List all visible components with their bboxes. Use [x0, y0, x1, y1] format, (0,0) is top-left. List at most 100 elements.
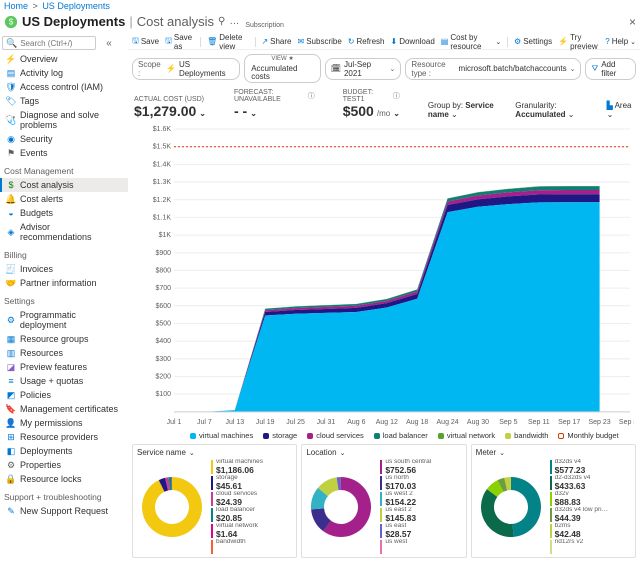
- sidebar-item[interactable]: ⚙Programmatic deployment: [0, 308, 128, 332]
- legend-item[interactable]: bandwidth: [505, 431, 548, 440]
- breadcrumb-home[interactable]: Home: [4, 1, 28, 11]
- settings-button[interactable]: ⚙Settings: [514, 37, 552, 46]
- share-button[interactable]: ↗Share: [261, 37, 291, 46]
- sidebar-item[interactable]: 🤝Partner information: [0, 276, 128, 290]
- nav-icon: 🧾: [6, 264, 16, 274]
- sidebar-item[interactable]: ✎New Support Request: [0, 504, 128, 518]
- period-pill[interactable]: 🗓 Jul-Sep 2021 ⌄: [325, 58, 402, 80]
- toolbar-icon: ▤: [441, 37, 449, 46]
- sidebar-item[interactable]: 🔒Resource locks: [0, 472, 128, 486]
- donut-legend-item[interactable]: d32v$88.83: [550, 491, 631, 506]
- sidebar-item[interactable]: ◩Policies: [0, 388, 128, 402]
- nav-label: Invoices: [20, 264, 53, 274]
- download-button[interactable]: ⬇Download: [391, 37, 435, 46]
- saveas-button[interactable]: 🖫Save as: [165, 33, 194, 51]
- sidebar-item[interactable]: ⚡ Overview: [0, 52, 128, 66]
- donut-title[interactable]: Location ⌄: [306, 448, 461, 457]
- info-icon[interactable]: ⓘ: [308, 91, 315, 101]
- sidebar-item[interactable]: ⚑Events: [0, 146, 128, 160]
- cost-by-resource-button[interactable]: ▤Cost by resource⌄: [441, 33, 501, 51]
- donut-title[interactable]: Service name ⌄: [137, 448, 292, 457]
- donut-legend-item[interactable]: us north$170.03: [380, 475, 461, 490]
- collapse-icon[interactable]: «: [106, 38, 112, 49]
- donut-legend-item[interactable]: d32ds v4$577.23: [550, 459, 631, 474]
- toolbar-icon: ?: [605, 37, 609, 46]
- info-icon[interactable]: ⓘ: [393, 91, 400, 101]
- donut-legend-item[interactable]: virtual machines$1,186.06: [211, 459, 292, 474]
- donut-legend-item[interactable]: storage$45.61: [211, 475, 292, 490]
- add-filter-pill[interactable]: ⛛ Add filter: [585, 58, 636, 80]
- pin-icon[interactable]: ⚲: [218, 16, 225, 27]
- nav-icon: 🤝: [6, 278, 16, 288]
- sidebar-item[interactable]: 🔔Cost alerts: [0, 192, 128, 206]
- donut-legend-item[interactable]: us west: [380, 539, 461, 554]
- sidebar-item[interactable]: 🏷Tags: [0, 94, 128, 108]
- svg-text:$500: $500: [155, 320, 171, 327]
- granularity-select[interactable]: Granularity: Accumulated ⌄: [515, 101, 598, 119]
- sidebar-item[interactable]: ◉Security: [0, 132, 128, 146]
- donut-legend-item[interactable]: us west 2$154.22: [380, 491, 461, 506]
- legend-item[interactable]: virtual machines: [190, 431, 253, 440]
- svg-text:Sep 17: Sep 17: [558, 419, 580, 426]
- more-icon[interactable]: …: [229, 16, 239, 27]
- svg-text:$1.3K: $1.3K: [153, 179, 172, 186]
- legend-item[interactable]: Monthly budget: [558, 431, 618, 440]
- sidebar-item[interactable]: ▦Resource groups: [0, 332, 128, 346]
- sidebar-item[interactable]: ◧Deployments: [0, 444, 128, 458]
- sidebar-item[interactable]: ◪Preview features: [0, 360, 128, 374]
- toolbar-icon: ↻: [348, 37, 355, 46]
- legend-item[interactable]: storage: [263, 431, 297, 440]
- try-preview-button[interactable]: ⚡Try preview: [558, 33, 599, 51]
- donut-legend-item[interactable]: load balancer$20.85: [211, 507, 292, 522]
- view-pill[interactable]: VIEW ★Accumulated costs: [244, 54, 321, 83]
- nav-icon: ◧: [6, 446, 16, 456]
- donut-legend-item[interactable]: nd12rs v2: [550, 539, 631, 554]
- sidebar-item[interactable]: ⊞Resource providers: [0, 430, 128, 444]
- nav-label: Properties: [20, 460, 61, 470]
- restype-pill[interactable]: Resource type : microsoft.batch/batchacc…: [405, 58, 581, 80]
- donut-title[interactable]: Meter ⌄: [476, 448, 631, 457]
- group-by-select[interactable]: Group by: Service name ⌄: [428, 101, 507, 119]
- donut-legend-item[interactable]: us south central$752.56: [380, 459, 461, 474]
- donut-legend-item[interactable]: d32ds v4 low pri…$44.39: [550, 507, 631, 522]
- sidebar-item[interactable]: 👤My permissions: [0, 416, 128, 430]
- sidebar-item[interactable]: ◒Budgets: [0, 206, 128, 220]
- sidebar-item[interactable]: 🛡Access control (IAM): [0, 80, 128, 94]
- donut-card: Service name ⌄ virtual machines$1,186.06…: [132, 444, 297, 558]
- donut-legend-item[interactable]: us east$28.57: [380, 523, 461, 538]
- titlebar: $ US Deployments | Cost analysis ⚲ … Sub…: [0, 12, 640, 34]
- save-button[interactable]: 🖫Save: [132, 35, 159, 49]
- nav-icon: ⚡: [6, 54, 16, 64]
- legend-item[interactable]: virtual network: [438, 431, 495, 440]
- donut-legend-item[interactable]: b2ms$42.48: [550, 523, 631, 538]
- close-icon[interactable]: ×: [629, 15, 636, 29]
- donut-legend-item[interactable]: bandwidth: [211, 539, 292, 554]
- legend-item[interactable]: load balancer: [374, 431, 428, 440]
- breadcrumb-sub[interactable]: US Deployments: [42, 1, 110, 11]
- delete-view-button[interactable]: 🗑Delete view: [207, 33, 249, 51]
- sidebar-item[interactable]: ≡Usage + quotas: [0, 374, 128, 388]
- donut-legend-item[interactable]: d2-d32ds v4$433.63: [550, 475, 631, 490]
- sidebar-item[interactable]: $Cost analysis: [0, 178, 128, 192]
- legend-item[interactable]: cloud services: [307, 431, 364, 440]
- sidebar-item[interactable]: ▤Activity log: [0, 66, 128, 80]
- svg-text:$: $: [9, 17, 14, 26]
- donut-legend-item[interactable]: virtual network$1.64: [211, 523, 292, 538]
- chart-type-select[interactable]: ▙ Area ⌄: [607, 101, 634, 119]
- scope-pill[interactable]: Scope : ⚡ US Deployments: [132, 58, 240, 80]
- subscribe-button[interactable]: ✉Subscribe: [298, 37, 342, 46]
- sidebar-item[interactable]: 🧾 Invoices: [0, 262, 128, 276]
- search-input[interactable]: 🔍: [2, 36, 96, 50]
- sidebar-item[interactable]: 🩺Diagnose and solve problems: [0, 108, 128, 132]
- sidebar-item[interactable]: ▥Resources: [0, 346, 128, 360]
- title-tag: Subscription: [245, 22, 284, 29]
- sidebar-item[interactable]: ⚙Properties: [0, 458, 128, 472]
- refresh-button[interactable]: ↻Refresh: [348, 37, 385, 46]
- sidebar-item[interactable]: ◈Advisor recommendations: [0, 220, 128, 244]
- sidebar-item[interactable]: 🔖Management certificates: [0, 402, 128, 416]
- help-button[interactable]: ?Help⌄: [605, 37, 636, 46]
- cost-icon: $: [4, 15, 18, 29]
- nav-label: Overview: [20, 54, 58, 64]
- donut-legend-item[interactable]: us east 2$145.83: [380, 507, 461, 522]
- donut-legend-item[interactable]: cloud services$24.39: [211, 491, 292, 506]
